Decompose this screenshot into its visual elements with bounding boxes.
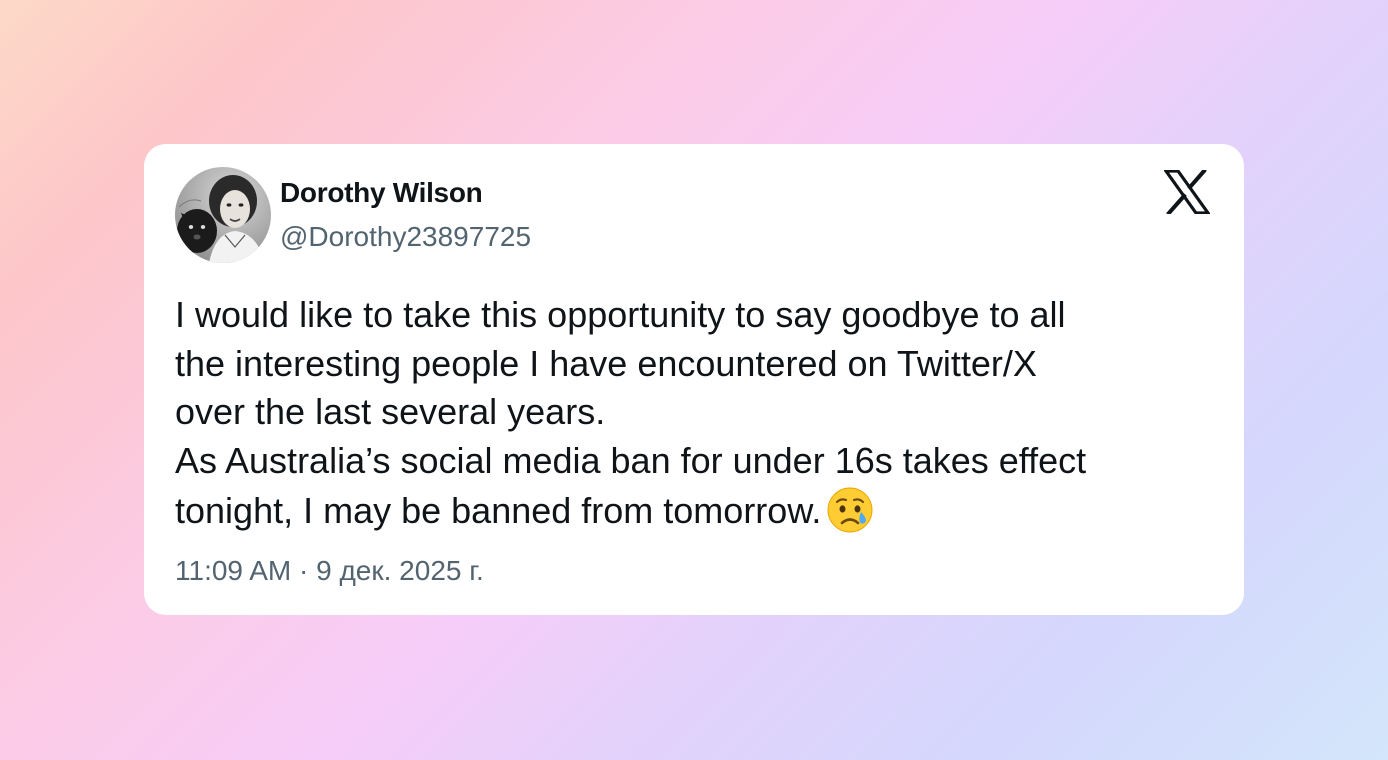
- author-handle[interactable]: @Dorothy23897725: [280, 221, 531, 253]
- tweet-line-last: tonight, I may be banned from tomorrow.: [175, 485, 1225, 536]
- crying-face-icon: [825, 485, 875, 535]
- tweet-line: over the last several years.: [175, 391, 606, 432]
- tweet-line: the interesting people I have encountere…: [175, 342, 1037, 384]
- x-logo-icon[interactable]: [1162, 168, 1212, 216]
- tweet-timestamp[interactable]: 11:09 AM · 9 дек. 2025 г.: [175, 555, 484, 587]
- avatar-photo-icon: [175, 167, 271, 263]
- tweet-line-text: tonight, I may be banned from tomorrow.: [175, 490, 822, 531]
- tweet-line: I would like to take this opportunity to…: [175, 294, 1066, 335]
- tweet-line: As Australia’s social media ban for unde…: [175, 439, 1087, 481]
- author-name[interactable]: Dorothy Wilson: [280, 177, 483, 209]
- avatar[interactable]: [175, 167, 271, 263]
- tweet-text: I would like to take this opportunity to…: [175, 291, 1225, 536]
- tweet-card: Dorothy Wilson @Dorothy23897725 I would …: [144, 144, 1244, 615]
